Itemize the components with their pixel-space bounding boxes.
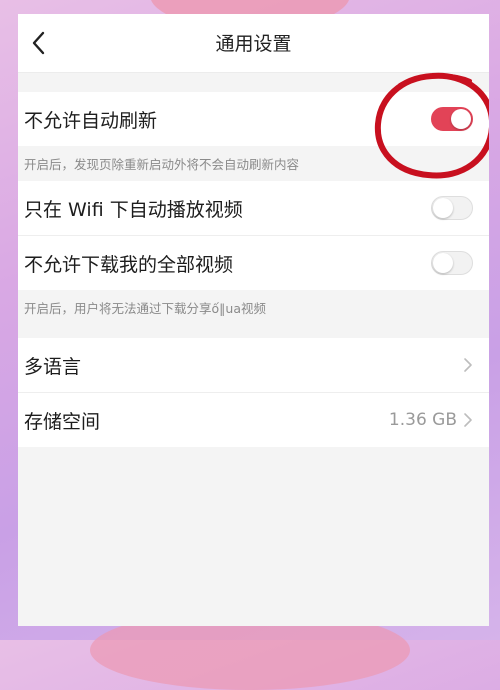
setting-row-disable-video-download: 不允许下载我的全部视频 [18, 235, 489, 290]
setting-label: 不允许自动刷新 [24, 109, 158, 132]
chevron-right-icon [464, 413, 472, 427]
setting-row-disable-auto-refresh: 不允许自动刷新 [18, 92, 489, 146]
settings-group-refresh: 不允许自动刷新 [18, 92, 489, 146]
setting-hint: 开启后，发现页除重新启动外将不会自动刷新内容 [24, 157, 300, 172]
phone-screen: 通用设置 不允许自动刷新 开启后，发现页除重新启动外将不会自动刷新内容 只在 W… [18, 14, 489, 626]
row-accessory [463, 357, 473, 373]
page-title: 通用设置 [215, 33, 292, 55]
toggle-knob [451, 109, 471, 129]
settings-group-misc: 多语言 存储空间 1.36 GB [18, 338, 489, 447]
setting-label: 只在 Wifi 下自动播放视频 [24, 198, 243, 221]
nav-bar: 通用设置 [18, 14, 489, 73]
auto-refresh-toggle[interactable] [431, 107, 473, 131]
row-accessory: 1.36 GB [389, 410, 473, 430]
settings-group-video: 只在 Wifi 下自动播放视频 不允许下载我的全部视频 [18, 181, 489, 290]
video-download-toggle[interactable] [431, 251, 473, 275]
setting-label: 多语言 [24, 355, 82, 378]
toggle-knob [433, 198, 453, 218]
setting-row-language[interactable]: 多语言 [18, 338, 489, 392]
toggle-knob [433, 253, 453, 273]
chevron-right-icon [464, 358, 472, 372]
storage-value: 1.36 GB [388, 410, 457, 430]
setting-label: 存储空间 [24, 410, 101, 433]
setting-hint: 开启后，用户将无法通过下载分享ố‖ua视频 [24, 301, 266, 316]
wifi-autoplay-toggle[interactable] [431, 196, 473, 220]
setting-row-storage[interactable]: 存储空间 1.36 GB [18, 392, 489, 447]
setting-label: 不允许下载我的全部视频 [24, 253, 234, 276]
setting-row-wifi-autoplay: 只在 Wifi 下自动播放视频 [18, 181, 489, 235]
